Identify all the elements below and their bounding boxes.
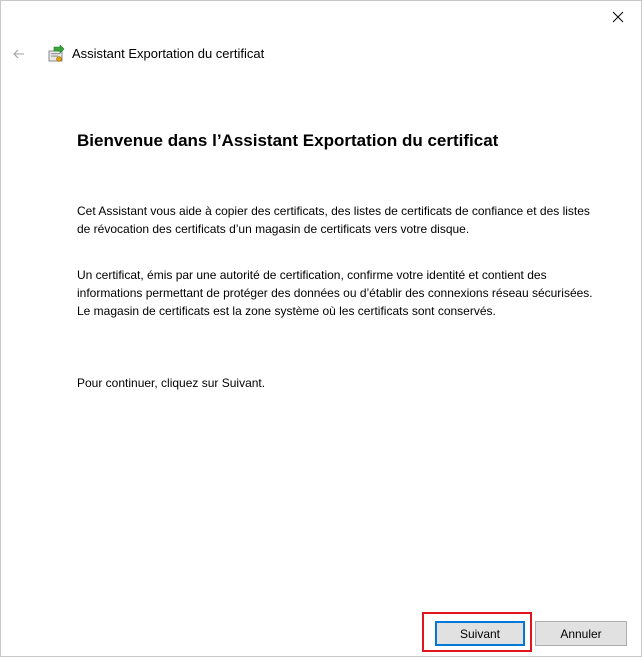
back-button[interactable] [9,45,29,63]
certificate-description-paragraph: Un certificat, émis par une autorité de … [77,268,593,318]
continue-instruction: Pour continuer, cliquez sur Suivant. [77,376,266,390]
intro-paragraph: Cet Assistant vous aide à copier des cer… [77,204,590,236]
page-heading: Bienvenue dans l’Assistant Exportation d… [77,131,499,150]
certificate-wizard-icon [48,45,65,62]
back-arrow-icon [13,49,24,59]
close-button[interactable] [595,1,641,33]
cancel-button[interactable]: Annuler [535,621,627,646]
wizard-window: Assistant Exportation du certificat Bien… [0,0,642,657]
window-title: Assistant Exportation du certificat [72,46,265,61]
close-icon [612,11,624,23]
next-button[interactable]: Suivant [435,621,525,646]
